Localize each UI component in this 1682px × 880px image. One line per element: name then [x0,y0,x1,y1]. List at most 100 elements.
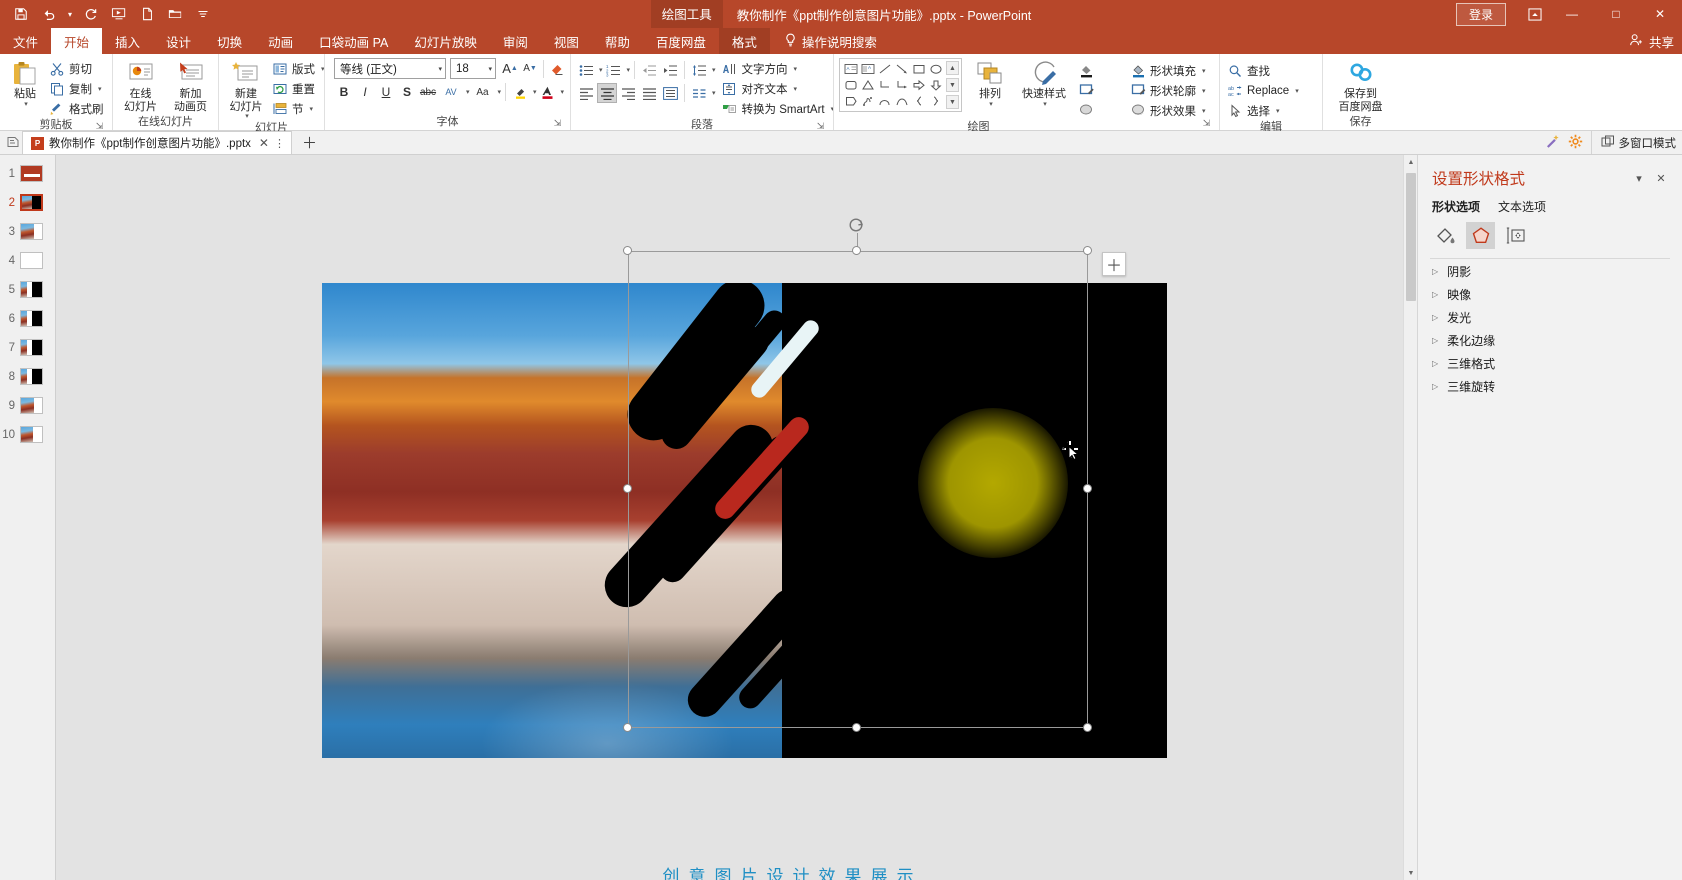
selection-handle-e[interactable] [1083,484,1092,493]
align-right-button[interactable] [618,83,638,103]
new-animation-page-button[interactable]: 新加 动画页 [169,58,213,113]
multi-window-mode-button[interactable]: 多窗口模式 [1590,131,1676,154]
slide-canvas[interactable] [322,283,1167,758]
maximize-button[interactable]: □ [1594,0,1638,28]
redo-icon[interactable] [78,2,104,26]
clear-formatting-button[interactable] [547,59,567,79]
underline-button[interactable]: U [376,82,396,102]
grow-font-button[interactable]: A ▲ [500,59,520,79]
gallery-more-icon[interactable]: ▼ [946,95,959,109]
selection-handle-w[interactable] [623,484,632,493]
save-icon[interactable] [8,2,34,26]
bold-button[interactable]: B [334,82,354,102]
slide-thumbnail-pane[interactable]: 1 2 3 4 5 6 7 8 9 10 [0,155,56,880]
shrink-font-button[interactable]: A ▼ [520,59,540,79]
slide-thumbnail-8[interactable]: 8 [0,363,55,390]
replace-button[interactable]: ab ac Replace ▾ [1225,81,1303,100]
increase-indent-button[interactable] [660,60,680,80]
text-highlight-caret-icon[interactable]: ▾ [533,88,537,96]
shape-right-brace-icon[interactable] [927,93,944,109]
document-tab-close-icon[interactable]: ✕ [259,136,269,150]
decrease-indent-button[interactable] [639,60,659,80]
layout-button[interactable]: 版式 ▾ [270,59,329,78]
online-slide-button[interactable]: 在线 幻灯片 [119,58,163,113]
quick-styles-button[interactable]: 快速样式 ▾ [1018,58,1070,109]
format-section-glow[interactable]: ▷ 发光 [1418,306,1682,328]
cut-button[interactable]: 剪切 [47,59,108,78]
paste-button[interactable]: 粘贴 ▾ [5,58,45,109]
tab-view[interactable]: 视图 [541,28,592,54]
minimize-button[interactable]: — [1550,0,1594,28]
shape-fill-caret-icon[interactable]: ▾ [1202,67,1206,75]
format-pane-close-icon[interactable]: ✕ [1650,168,1672,188]
document-tab-more-icon[interactable]: ⋮ [274,137,285,150]
shape-rounded-rect-icon[interactable] [842,77,859,93]
shape-elbow-arrow-icon[interactable] [893,77,910,93]
format-section-reflection[interactable]: ▷ 映像 [1418,283,1682,305]
effects-pentagon-icon[interactable] [1466,222,1495,249]
shape-right-arrow-icon[interactable] [910,77,927,93]
tab-animations[interactable]: 动画 [255,28,306,54]
columns-button[interactable] [689,83,709,103]
selection-handle-nw[interactable] [623,246,632,255]
shape-oval-icon[interactable] [927,61,944,77]
copy-button[interactable]: 复制 ▾ [47,79,108,98]
start-slideshow-icon[interactable] [106,2,132,26]
selection-handle-ne[interactable] [1083,246,1092,255]
columns-caret-icon[interactable]: ▾ [712,89,716,97]
shape-effects-button[interactable]: 形状效果 ▾ [1128,101,1210,120]
quick-styles-caret-icon[interactable]: ▾ [1043,101,1047,109]
line-spacing-caret-icon[interactable]: ▾ [712,66,716,74]
tab-insert[interactable]: 插入 [102,28,153,54]
align-text-caret-icon[interactable]: ▾ [794,85,798,93]
tab-format[interactable]: 格式 [718,28,770,54]
gallery-scroll-down-icon[interactable]: ▼ [946,78,959,92]
scroll-up-icon[interactable]: ▲ [1404,155,1417,169]
shapes-gallery-scroll[interactable]: ▲ ▼ ▼ [946,61,959,109]
format-pane-collapse-icon[interactable]: ▾ [1628,168,1650,188]
canvas-vertical-scrollbar[interactable]: ▲ ▼ [1403,155,1417,880]
shape-textbox-icon[interactable]: A [842,61,859,77]
shape-effects-button-compact[interactable] [1076,101,1098,120]
convert-to-smartart-button[interactable]: 转换为 SmartArt ▾ [720,99,839,118]
tab-file[interactable]: 文件 [0,28,51,54]
section-caret-icon[interactable]: ▾ [310,105,314,113]
text-highlight-button[interactable] [510,82,530,102]
bullets-button[interactable] [576,60,596,80]
tab-transitions[interactable]: 切换 [204,28,255,54]
font-color-caret-icon[interactable]: ▾ [561,88,565,96]
fill-line-icon[interactable] [1431,222,1460,249]
tab-baidu-netdisk[interactable]: 百度网盘 [643,28,719,54]
shadow-button[interactable]: S [397,82,417,102]
format-section-3d-rotation[interactable]: ▷ 三维旋转 [1418,375,1682,397]
section-button[interactable]: 节 ▾ [270,99,329,118]
format-section-3d-format[interactable]: ▷ 三维格式 [1418,352,1682,374]
character-spacing-caret-icon[interactable]: ▾ [466,88,470,96]
tab-review[interactable]: 审阅 [490,28,541,54]
shape-outline-caret-icon[interactable]: ▾ [1202,87,1206,95]
slide-thumbnail-2[interactable]: 2 [0,189,55,216]
new-slide-button[interactable]: 新建 幻灯片 ▾ [224,58,268,121]
shape-outline-button[interactable]: 形状轮廓 ▾ [1128,81,1210,100]
save-to-baidu-netdisk-button[interactable]: 保存到 百度网盘 [1335,58,1387,113]
justify-button[interactable] [639,83,659,103]
shape-freeform-icon[interactable] [859,93,876,109]
align-center-button[interactable] [597,83,617,103]
numbering-caret-icon[interactable]: ▾ [627,66,631,74]
undo-icon[interactable] [36,2,62,26]
shape-fill-button[interactable]: 形状填充 ▾ [1128,61,1210,80]
slide-thumbnail-6[interactable]: 6 [0,305,55,332]
tab-home[interactable]: 开始 [51,28,103,54]
tab-slideshow[interactable]: 幻灯片放映 [401,28,490,54]
open-folder-icon[interactable] [162,2,188,26]
drawing-dialog-launcher[interactable]: ⇲ [1201,118,1212,129]
font-name-caret-icon[interactable]: ▾ [438,65,442,73]
shape-elbow-connector-icon[interactable] [876,77,893,93]
tab-shape-options[interactable]: 形状选项 [1432,198,1480,215]
font-size-combo[interactable]: 18 ▾ [450,58,496,79]
shape-effects-caret-icon[interactable]: ▾ [1202,107,1206,115]
signin-button[interactable]: 登录 [1455,2,1506,26]
arrange-button[interactable]: 排列 ▾ [968,58,1012,109]
shape-pentagon-icon[interactable] [842,93,859,109]
tab-help[interactable]: 帮助 [592,28,643,54]
